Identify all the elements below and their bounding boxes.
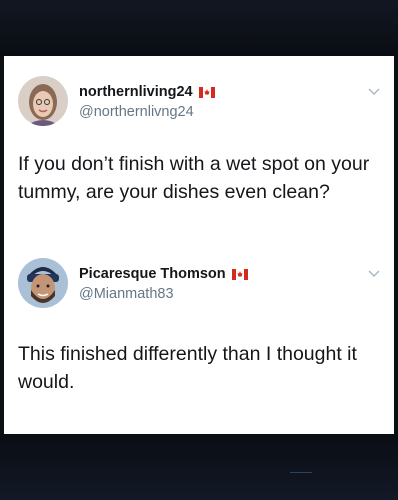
tweet-card: northernliving24 @northernlivng24 If you… — [4, 56, 394, 434]
tweet-text: This finished differently than I thought… — [18, 343, 357, 393]
avatar-image — [18, 76, 68, 126]
avatar-image — [18, 258, 68, 308]
canada-flag-icon — [198, 86, 215, 98]
handle[interactable]: @northernlivng24 — [79, 104, 194, 120]
avatar[interactable] — [18, 76, 68, 126]
tweet-text: If you don’t finish with a wet spot on y… — [18, 153, 370, 203]
divider — [290, 472, 312, 473]
chevron-down-icon[interactable] — [368, 270, 380, 278]
avatar[interactable] — [18, 258, 68, 308]
bottom-background-band — [0, 434, 398, 500]
display-name[interactable]: northernliving24 — [79, 84, 193, 100]
handle[interactable]: @Mianmath83 — [79, 286, 174, 302]
top-background-band — [0, 0, 398, 56]
display-name[interactable]: Picaresque Thomson — [79, 266, 226, 282]
chevron-down-icon[interactable] — [368, 88, 380, 96]
canada-flag-icon — [231, 268, 248, 280]
